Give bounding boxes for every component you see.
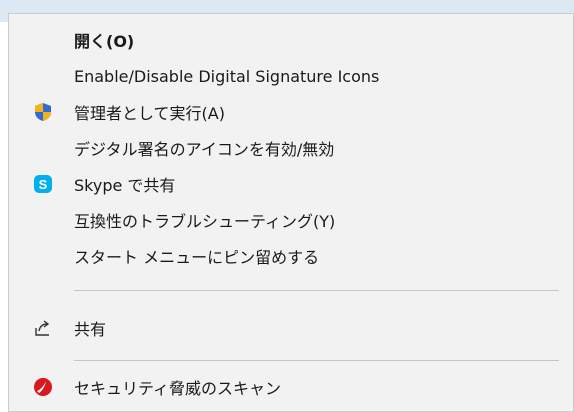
menu-item-security-scan[interactable]: セキュリティ脅威のスキャン: [9, 369, 573, 405]
menu-item-pin-to-start[interactable]: スタート メニューにピン留めする: [9, 238, 573, 274]
menu-item-label: 開く(O): [74, 32, 135, 51]
menu-item-share[interactable]: 共有: [9, 310, 573, 346]
menu-item-enable-disable-signature-icons[interactable]: Enable/Disable Digital Signature Icons: [9, 58, 573, 94]
context-menu: 開く(O) Enable/Disable Digital Signature I…: [8, 13, 574, 412]
menu-item-share-skype[interactable]: S Skype で共有: [9, 166, 573, 202]
menu-item-label: デジタル署名のアイコンを有効/無効: [74, 140, 335, 159]
menu-separator: [74, 290, 559, 291]
menu-item-toggle-signature-icons-ja[interactable]: デジタル署名のアイコンを有効/無効: [9, 130, 573, 166]
trend-micro-icon: [32, 376, 54, 398]
menu-item-label: 管理者として実行(A): [74, 104, 225, 123]
menu-item-label: 互換性のトラブルシューティング(Y): [74, 212, 336, 231]
menu-item-label: スタート メニューにピン留めする: [74, 248, 320, 267]
svg-text:S: S: [39, 177, 48, 192]
menu-item-label: 共有: [74, 320, 107, 339]
menu-item-compat-troubleshoot[interactable]: 互換性のトラブルシューティング(Y): [9, 202, 573, 238]
share-icon: [32, 317, 54, 339]
menu-item-open[interactable]: 開く(O): [9, 22, 573, 58]
menu-separator: [74, 360, 559, 361]
menu-item-label: Skype で共有: [74, 176, 176, 195]
menu-item-run-as-admin[interactable]: 管理者として実行(A): [9, 94, 573, 130]
menu-item-label: セキュリティ脅威のスキャン: [74, 379, 282, 398]
menu-item-label: Enable/Disable Digital Signature Icons: [74, 66, 380, 86]
skype-icon: S: [32, 173, 54, 195]
uac-shield-icon: [32, 101, 54, 123]
